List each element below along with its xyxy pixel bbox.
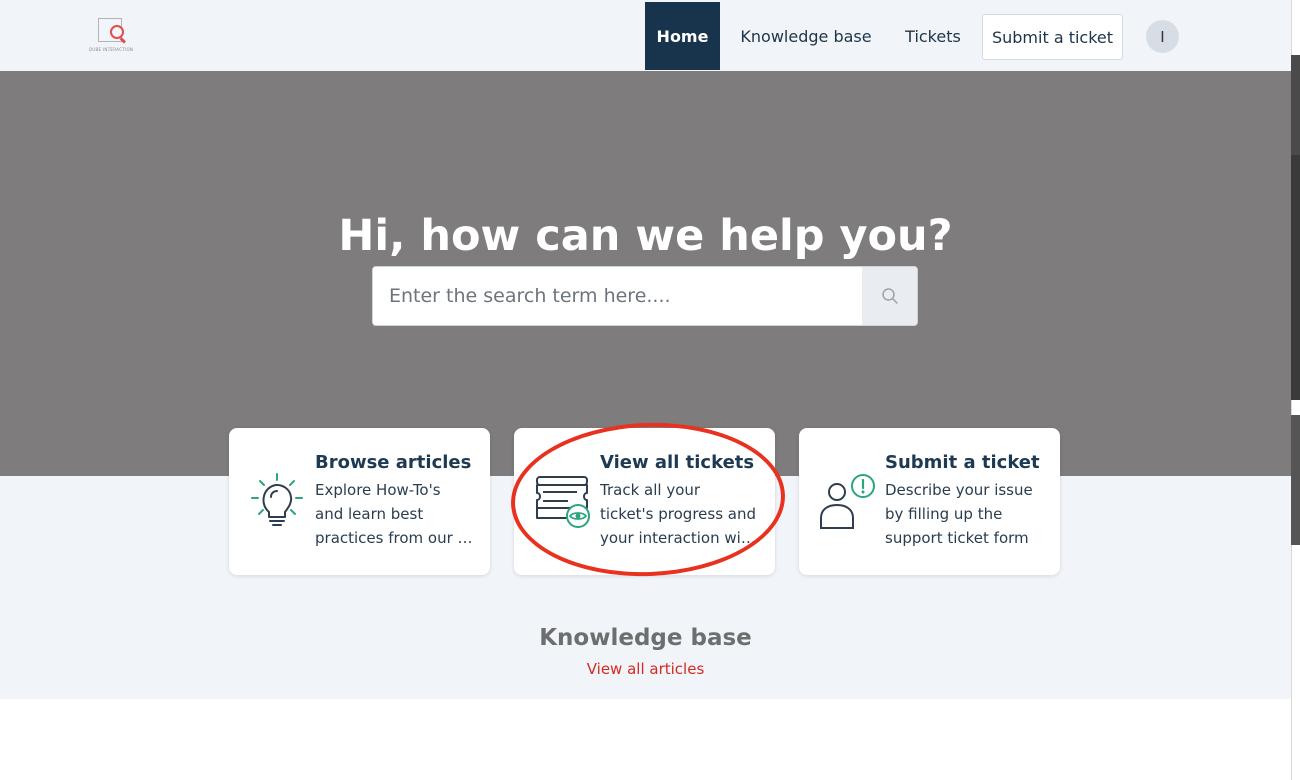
card-title: Browse articles [315,452,472,473]
search-button[interactable] [862,267,917,325]
user-avatar[interactable]: I [1146,20,1179,53]
card-submit-ticket[interactable]: Submit a ticket Describe your issue by f… [799,428,1060,575]
card-description-line: your interaction with us [600,529,760,547]
background-window-strip [1291,55,1300,155]
background-window-strip [1291,415,1300,545]
background-window-strip [1291,155,1300,400]
hero-title: Hi, how can we help you? [338,211,953,261]
search-icon [882,288,898,304]
card-description-line: Track all your [600,481,701,499]
user-alert-icon [820,474,875,529]
card-description-line: practices from our experts [315,529,475,547]
nav-knowledge-base[interactable]: Knowledge base [728,2,884,70]
card-description: Track all your ticket's progress and you… [600,478,760,550]
card-description-line: Describe your issue [885,481,1033,499]
card-description-line: support ticket form [885,529,1029,547]
hero-banner: Hi, how can we help you? [0,71,1291,476]
card-description-line: ticket's progress and [600,505,757,523]
search-input[interactable] [373,267,862,325]
top-nav-bar: QUBE INTERACTION Home Knowledge base Tic… [0,0,1291,71]
card-view-all-tickets[interactable]: View all tickets Track all your ticket's… [514,428,775,575]
card-description-line: Explore How-To's [315,481,441,499]
card-title: Submit a ticket [885,452,1040,473]
company-logo[interactable]: QUBE INTERACTION [86,17,136,53]
knowledge-base-heading: Knowledge base [539,625,752,651]
logo-q-mark [110,25,124,39]
card-description: Describe your issue by filling up the su… [885,478,1045,550]
nav-home[interactable]: Home [645,2,720,70]
ticket-eye-icon [536,476,590,528]
search-bar [372,266,918,326]
view-all-articles-link[interactable]: View all articles [0,660,1291,678]
nav-tickets[interactable]: Tickets [892,2,974,70]
card-description: Explore How-To's and learn best practice… [315,478,475,550]
lightbulb-icon [251,473,303,526]
page: QUBE INTERACTION Home Knowledge base Tic… [0,0,1300,780]
card-browse-articles[interactable]: Browse articles Explore How-To's and lea… [229,428,490,575]
logo-text: QUBE INTERACTION [88,47,134,52]
nav-submit-ticket-button[interactable]: Submit a ticket [982,14,1123,60]
card-description-line: and learn best [315,505,424,523]
card-description-line: by filling up the [885,505,1003,523]
card-title: View all tickets [600,452,755,473]
